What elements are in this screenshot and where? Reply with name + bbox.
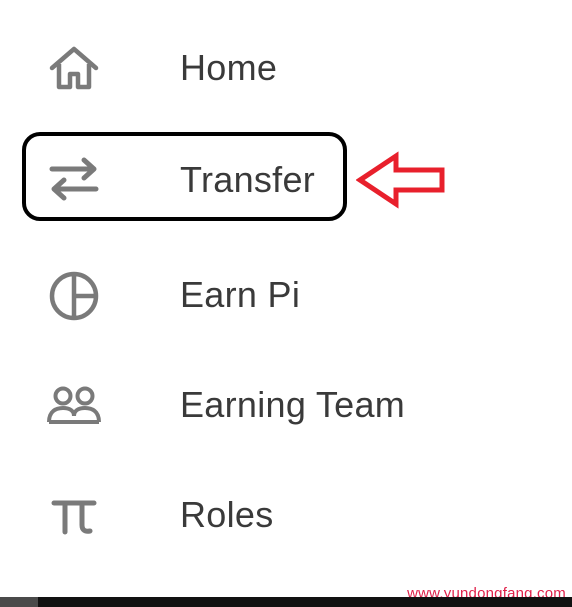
- menu-item-label: Roles: [180, 494, 274, 535]
- home-icon: [49, 46, 99, 90]
- pi-icon: [51, 500, 97, 535]
- pie-chart-icon: [49, 271, 99, 321]
- menu-item-label: Home: [180, 47, 278, 88]
- transfer-icon: [49, 157, 99, 201]
- menu-item-transfer[interactable]: Transfer: [0, 134, 540, 224]
- menu-item-home[interactable]: Home: [0, 24, 540, 114]
- menu-item-earning-team[interactable]: Earning Team: [0, 360, 540, 450]
- menu-item-roles[interactable]: Roles: [0, 470, 540, 560]
- navigation-menu: Home Transfer Earn Pi Earning Team Roles: [0, 0, 572, 597]
- menu-item-label: Transfer: [180, 159, 316, 200]
- menu-item-label: Earn Pi: [180, 274, 301, 315]
- menu-item-label: Earning Team: [180, 384, 406, 425]
- menu-item-earn-pi[interactable]: Earn Pi: [0, 250, 540, 340]
- bottom-edge-segment: [0, 597, 38, 607]
- team-icon: [47, 386, 101, 424]
- bottom-edge-bar: [0, 597, 572, 607]
